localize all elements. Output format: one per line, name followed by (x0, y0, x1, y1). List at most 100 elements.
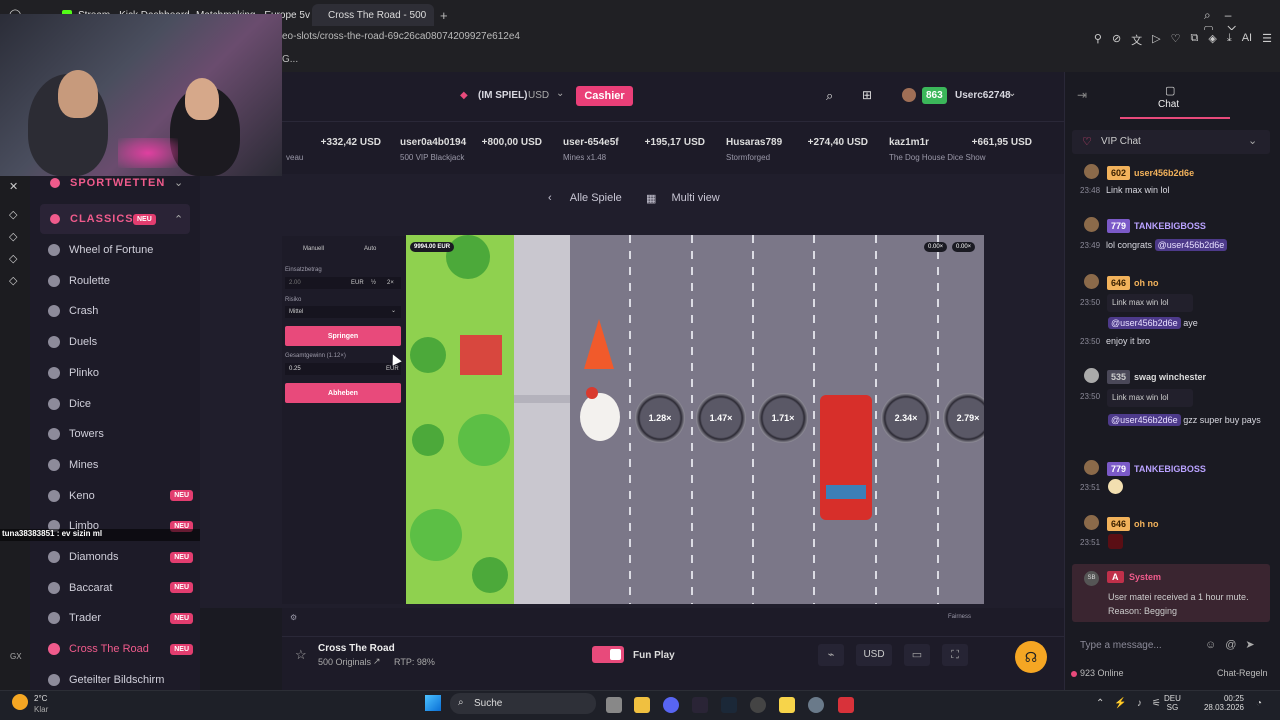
download-icon[interactable]: ⤓ (1227, 32, 1232, 48)
section-classics[interactable]: CLASSICS (70, 213, 134, 225)
multiplier-manhole[interactable]: 1.47× (696, 393, 746, 443)
sidebar-item[interactable]: Keno NEU (48, 484, 193, 508)
ticker-item[interactable]: kaz1m1r +661,95 USD The Dog House Dice Sho… (889, 137, 1032, 162)
sidebar-item[interactable]: Wheel of Fortune (48, 238, 193, 262)
bet-input[interactable] (285, 277, 401, 289)
ticker-item[interactable]: Husaras789 +274,40 USD Stormforged (726, 137, 868, 162)
play-icon[interactable]: ▷ (1152, 32, 1160, 48)
menu-icon[interactable]: ☰ (1262, 32, 1272, 48)
support-headset-icon[interactable]: ☊ (1015, 641, 1047, 673)
clock[interactable]: 00:25 28.03.2026 (1200, 694, 1244, 712)
multiplier-manhole[interactable]: 1.71× (758, 393, 808, 443)
system-tray-icons[interactable]: ⌃⚡♪⚟ (1096, 698, 1171, 709)
cashier-button[interactable]: Cashier (576, 86, 633, 106)
star-icon[interactable]: ☆ (295, 647, 307, 663)
sidebar-item[interactable]: Diamonds NEU (48, 545, 193, 569)
fullscreen-icon[interactable]: ⛶ (942, 644, 968, 666)
stats-icon[interactable]: ⌁ (818, 644, 844, 666)
user-chevron-icon[interactable]: ⌄ (1008, 88, 1016, 99)
avatar (1084, 217, 1099, 232)
obs-icon[interactable] (750, 697, 766, 713)
tracker-icon[interactable]: ⊘ (1112, 32, 1121, 48)
sidebar-item[interactable]: Trader NEU (48, 606, 193, 630)
ticker-item[interactable]: +332,42 USD veau (286, 137, 381, 162)
app-icon[interactable] (779, 697, 795, 713)
gift-icon[interactable]: ⊞ (862, 88, 872, 102)
external-link-icon[interactable]: ↗ (373, 656, 381, 667)
fun-play-toggle[interactable] (592, 646, 624, 663)
cashout-button[interactable]: Abheben (285, 383, 401, 403)
chat-input-icons[interactable]: ☺@➤ (1205, 638, 1264, 651)
double-button[interactable]: 2× (387, 280, 394, 286)
sidebar-item[interactable]: Plinko (48, 361, 193, 385)
half-button[interactable]: ½ (371, 280, 376, 286)
theatre-icon[interactable]: ▭ (904, 644, 930, 666)
cube-icon[interactable]: ◈ (1208, 32, 1216, 48)
sidebar-diamond-icon-2[interactable]: ◇ (9, 230, 17, 243)
ticker-item[interactable]: user0a4b0194 +800,00 USD 500 VIP Blackjack (400, 137, 542, 162)
multiplier-manhole[interactable]: 1.28× (635, 393, 685, 443)
sidebar-diamond-icon-3[interactable]: ◇ (9, 252, 17, 265)
pin-icon[interactable]: ⚲ (1094, 32, 1102, 48)
provider-link[interactable]: 500 Originals (318, 657, 371, 667)
taskbar-search[interactable] (450, 693, 596, 714)
extension-icon[interactable]: ⧉ (1191, 32, 1199, 48)
x-icon[interactable]: ✕ (9, 180, 18, 193)
tab-auto[interactable]: Auto (364, 246, 376, 252)
task-view-icon[interactable] (606, 697, 622, 713)
total-win-value: 0.25 (289, 366, 301, 372)
chevron-up-icon[interactable]: ⌃ (174, 213, 183, 226)
discord-icon[interactable] (663, 697, 679, 713)
ticker-item[interactable]: user-654e5f +195,17 USD Mines x1.48 (563, 137, 705, 162)
sidebar-item[interactable]: Crash (48, 299, 193, 323)
new-tab-icon[interactable]: + (440, 8, 448, 23)
windows-start-icon[interactable] (425, 695, 441, 711)
sidebar-item[interactable]: Dice (48, 392, 193, 416)
sidebar-item[interactable]: Towers (48, 422, 193, 446)
sidebar-item[interactable]: Duels (48, 330, 193, 354)
fire-truck-window (826, 485, 866, 499)
file-explorer-icon[interactable] (634, 697, 650, 713)
collapse-chat-icon[interactable]: ⇥ (1077, 88, 1087, 102)
language-indicator[interactable]: DEU SG (1164, 694, 1181, 712)
notification-icon[interactable]: ◔ (1256, 698, 1262, 709)
heart-icon[interactable]: ♡ (1171, 32, 1181, 48)
translate-icon[interactable]: 文 (1131, 32, 1142, 48)
tab-manual[interactable]: Manuell (303, 246, 324, 252)
section-sportwetten[interactable]: SPORTWETTEN (70, 177, 165, 189)
sidebar-item[interactable]: Geteilter Bildschirm (48, 668, 193, 692)
fairness-link[interactable]: Fairness (948, 614, 971, 620)
chat-rules-link[interactable]: Chat-Regeln (1217, 668, 1268, 678)
sidebar-item[interactable]: Cross The Road NEU (48, 637, 193, 661)
steam-icon[interactable] (721, 697, 737, 713)
url-field[interactable]: eo-slots/cross-the-road-69c26ca080742099… (282, 31, 520, 42)
weather-icon[interactable] (12, 694, 28, 710)
sidebar-diamond-icon-4[interactable]: ◇ (9, 274, 17, 287)
chat-message-body: 23:50 enjoy it bro (1080, 336, 1151, 346)
sidebar-item[interactable]: Mines (48, 453, 193, 477)
avatar[interactable] (902, 88, 916, 102)
sidebar-item[interactable]: Roulette (48, 269, 193, 293)
all-games-link[interactable]: ‹ Alle Spiele (548, 190, 622, 206)
multi-view-button[interactable]: ▦ Multi view (646, 190, 720, 206)
settings-app-icon[interactable] (808, 697, 824, 713)
search-icon[interactable]: ⌕ (826, 88, 833, 104)
chat-title[interactable]: Chat (1158, 99, 1179, 110)
chevron-down-icon[interactable]: ⌄ (174, 176, 183, 189)
game-icon (48, 336, 60, 349)
balance-currency[interactable]: USD (528, 90, 549, 101)
game-board[interactable]: 9994.00 EUR 0.00× 0.00× 1.28× 1.47× 1.71× 2… (406, 235, 984, 604)
app-icon-2[interactable] (838, 697, 854, 713)
ai-icon[interactable]: AI (1242, 32, 1252, 48)
balance-label[interactable]: (IM SPIEL) (478, 90, 527, 101)
settings-icon[interactable]: ⚙ (290, 613, 297, 622)
username[interactable]: Userc62748 (955, 90, 1011, 101)
opera-gx-icon[interactable] (692, 697, 708, 713)
tab-cross-the-road[interactable]: Cross The Road - 500 (312, 4, 434, 26)
chevron-down-icon[interactable]: ⌄ (556, 88, 564, 99)
currency-button[interactable]: USD (856, 644, 892, 666)
jump-button[interactable]: Springen (285, 326, 401, 346)
multiplier-manhole[interactable]: 2.34× (881, 393, 931, 443)
sidebar-item[interactable]: Baccarat NEU (48, 576, 193, 600)
sidebar-diamond-icon[interactable]: ◇ (9, 208, 17, 221)
